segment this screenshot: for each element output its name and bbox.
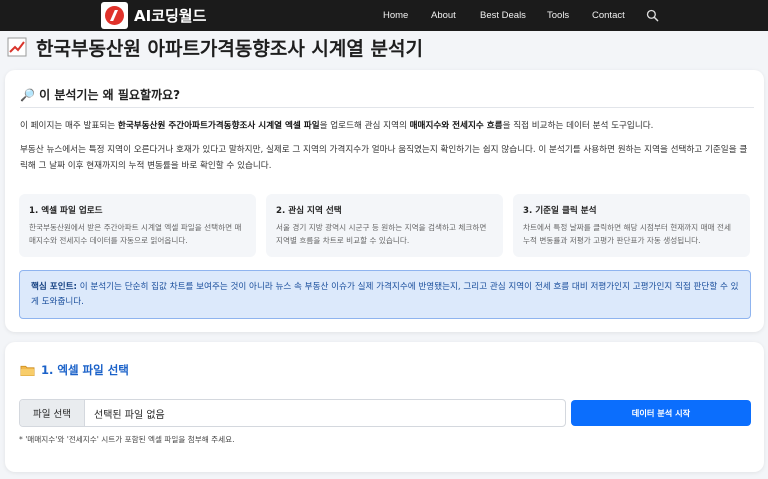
- intro-card: 🔎 이 분석기는 왜 필요할까요? 이 페이지는 매주 발표되는 한국부동산원 …: [5, 70, 764, 332]
- upload-heading-text: 1. 엑셀 파일 선택: [41, 363, 129, 377]
- intro-paragraph-1: 이 페이지는 매주 발표되는 한국부동산원 주간아파트가격동향조사 시계열 엑셀…: [20, 121, 654, 131]
- divider: [20, 107, 754, 108]
- brand-name: AI코딩월드: [134, 7, 207, 25]
- step-card-region: 2. 관심 지역 선택 서울 경기 지방 광역시 시군구 등 원하는 지역을 검…: [266, 194, 503, 257]
- step-desc: 서울 경기 지방 광역시 시군구 등 원하는 지역을 검색하고 체크하면 지역별…: [276, 223, 487, 245]
- upload-hint: * '매매지수'와 '전세지수' 시트가 포함된 엑셀 파일을 첨부해 주세요.: [19, 435, 235, 444]
- nav-contact[interactable]: Contact: [592, 10, 625, 21]
- step-title: 2. 관심 지역 선택: [276, 206, 342, 216]
- step-desc: 한국부동산원에서 받은 주간아파트 시계열 엑셀 파일을 선택하면 매매지수와 …: [29, 223, 242, 245]
- intro-heading: 🔎 이 분석기는 왜 필요할까요?: [20, 88, 181, 102]
- intro-paragraph-2: 부동산 뉴스에서는 특정 지역이 오른다거나 호재가 있다고 말하지만, 실제로…: [20, 145, 748, 171]
- step-card-upload: 1. 엑셀 파일 업로드 한국부동산원에서 받은 주간아파트 시계열 엑셀 파일…: [19, 194, 256, 257]
- start-analysis-button[interactable]: 데이터 분석 시작: [571, 400, 751, 426]
- step-title: 3. 기준일 클릭 분석: [523, 206, 597, 216]
- page-title-text: 한국부동산원 아파트가격동향조사 시계열 분석기: [36, 37, 423, 60]
- nav-home[interactable]: Home: [383, 10, 408, 21]
- file-input[interactable]: 파일 선택 선택된 파일 없음: [19, 399, 566, 427]
- file-status: 선택된 파일 없음: [94, 409, 165, 421]
- keypoint-box: 핵심 포인트: 이 분석기는 단순히 집값 차트를 보여주는 것이 아니라 뉴스…: [19, 270, 751, 319]
- step-card-date: 3. 기준일 클릭 분석 차트에서 특정 날짜를 클릭하면 해당 시점부터 현재…: [513, 194, 750, 257]
- nav-about[interactable]: About: [431, 10, 456, 21]
- nav-tools[interactable]: Tools: [547, 10, 569, 21]
- nav-best-deals[interactable]: Best Deals: [480, 10, 526, 21]
- page-title: 한국부동산원 아파트가격동향조사 시계열 분석기: [7, 35, 423, 60]
- step-title: 1. 엑셀 파일 업로드: [29, 206, 103, 216]
- upload-heading: 1. 엑셀 파일 선택: [20, 362, 129, 378]
- folder-icon: [20, 365, 35, 376]
- choose-file-button[interactable]: 파일 선택: [20, 400, 85, 426]
- brand[interactable]: AI코딩월드: [101, 2, 206, 29]
- upload-card: 1. 엑셀 파일 선택 파일 선택 선택된 파일 없음 데이터 분석 시작 * …: [5, 342, 764, 472]
- top-navbar: AI코딩월드 Home About Best Deals Tools Conta…: [0, 0, 768, 31]
- chart-up-icon: [7, 37, 27, 57]
- step-desc: 차트에서 특정 날짜를 클릭하면 해당 시점부터 현재까지 매매 전세 누적 변…: [523, 223, 731, 245]
- brand-logo-icon: [101, 2, 128, 29]
- search-icon[interactable]: [646, 9, 659, 22]
